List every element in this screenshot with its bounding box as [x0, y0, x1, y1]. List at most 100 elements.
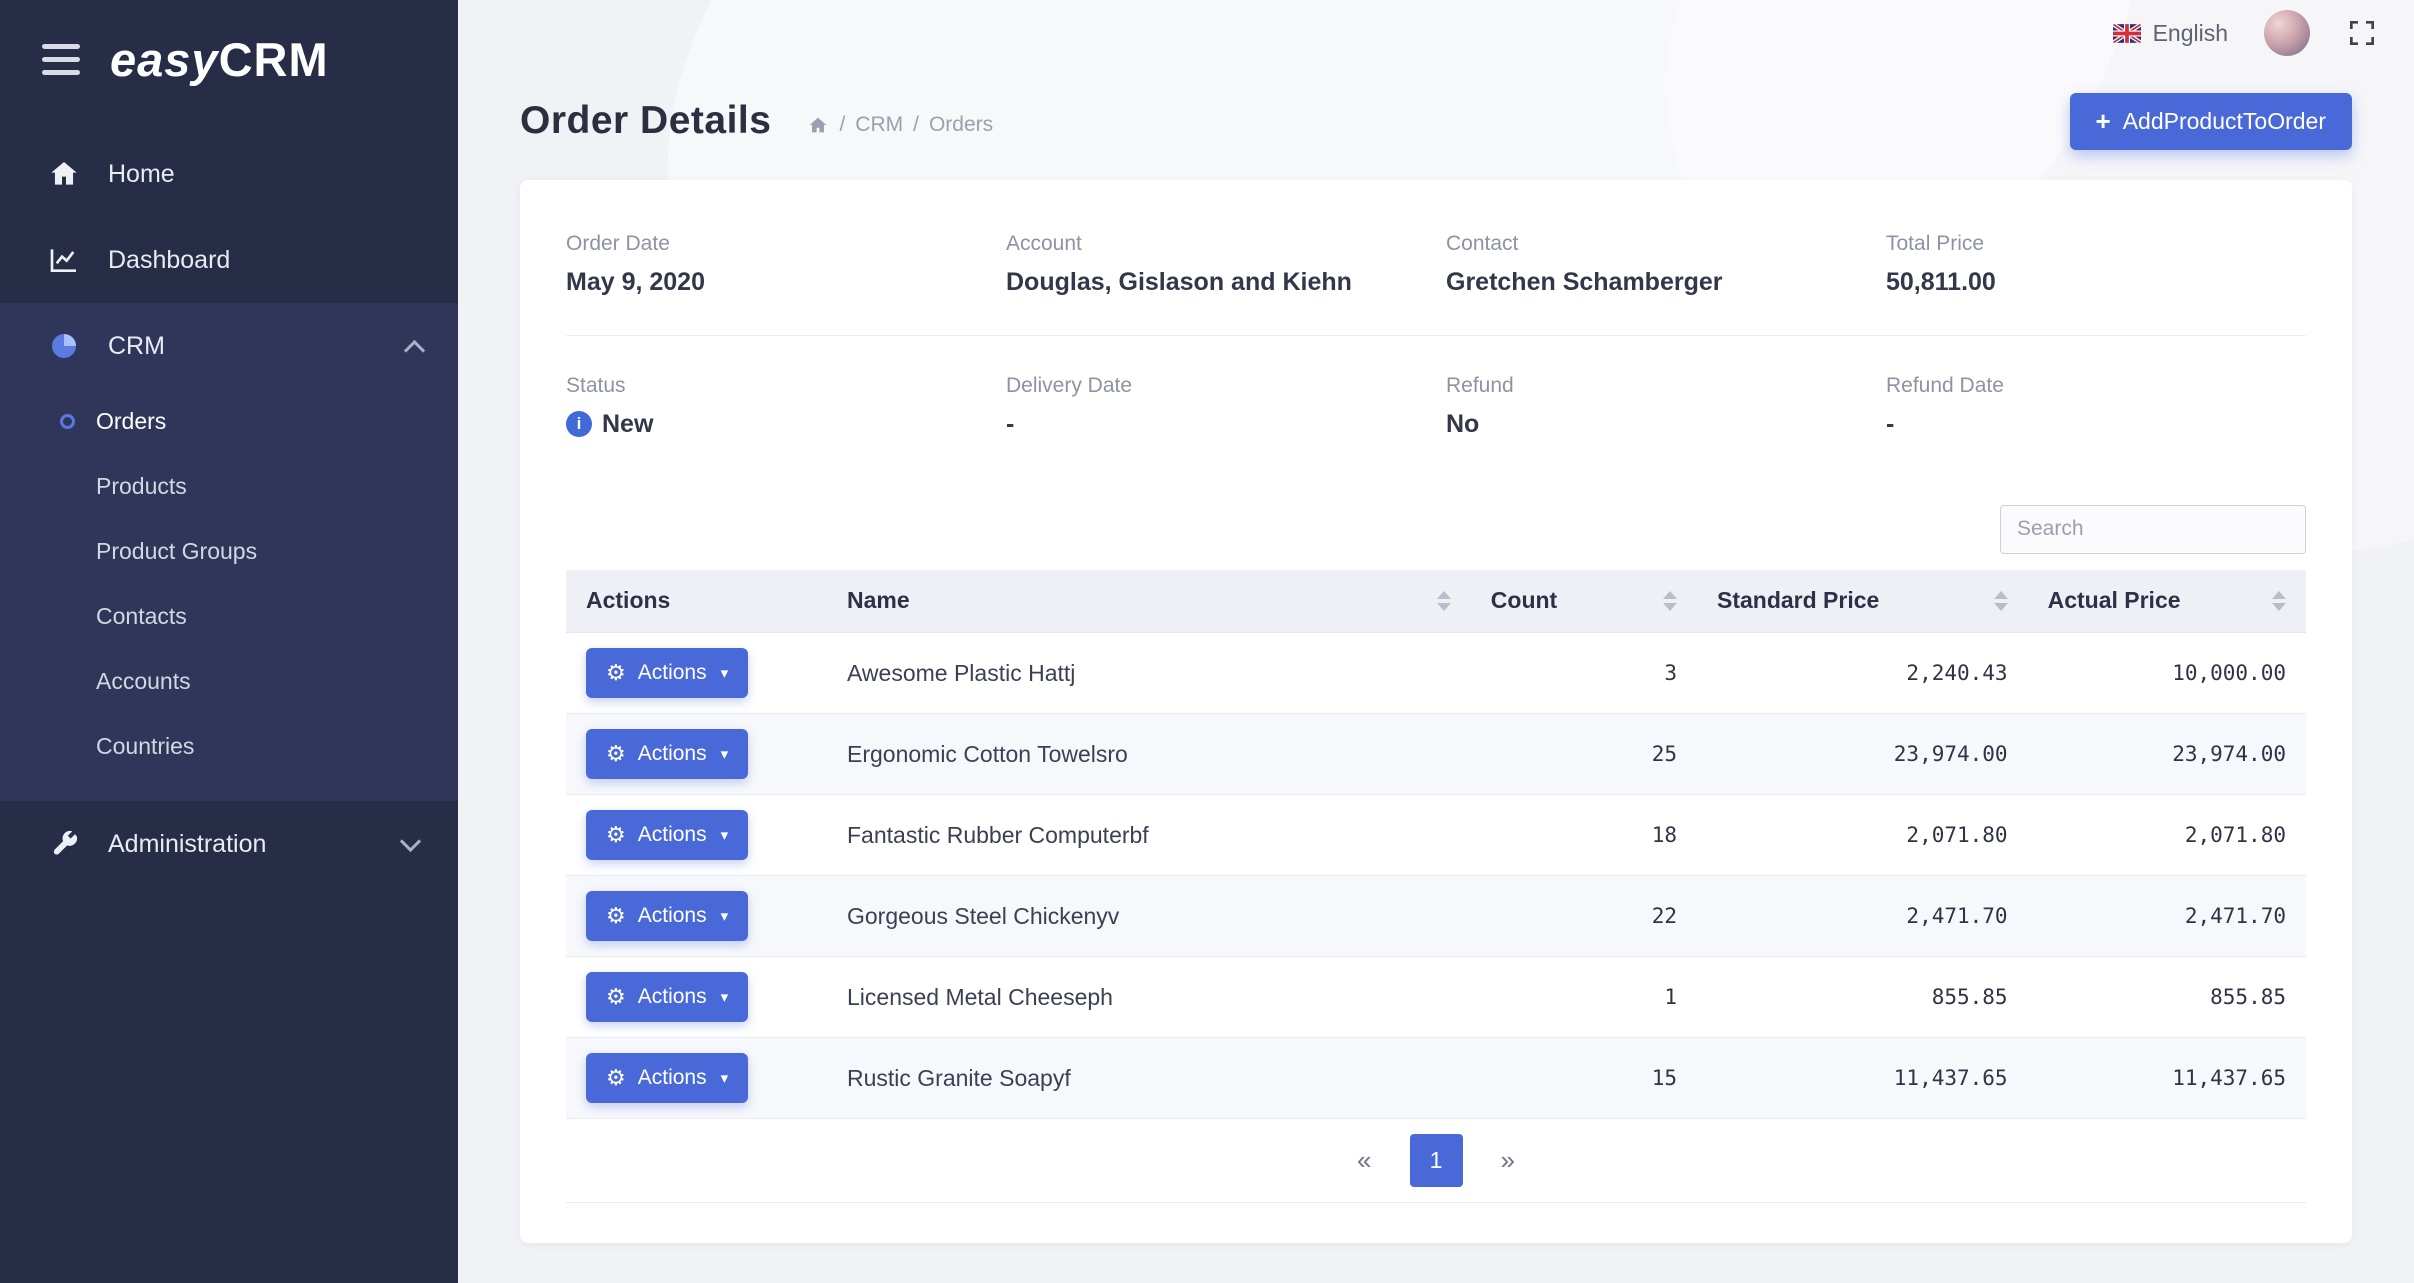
- field-value: i New: [566, 410, 986, 439]
- sidebar-item-countries[interactable]: Countries: [0, 714, 458, 779]
- cell-actual-price: 23,974.00: [2028, 714, 2306, 795]
- sort-icon: [1980, 591, 2008, 611]
- cell-count: 22: [1471, 876, 1697, 957]
- row-actions-button[interactable]: ⚙Actions▾: [586, 972, 748, 1022]
- hamburger-menu-icon[interactable]: [42, 40, 80, 79]
- gear-icon: ⚙: [606, 905, 626, 927]
- row-actions-button[interactable]: ⚙ Actions ▾: [586, 891, 748, 941]
- row-actions-button[interactable]: ⚙Actions▾: [586, 648, 748, 698]
- column-header-standard-price[interactable]: Standard Price: [1697, 570, 2028, 633]
- breadcrumb-orders[interactable]: Orders: [929, 113, 993, 137]
- language-label: English: [2153, 20, 2228, 47]
- info-icon[interactable]: i: [566, 411, 592, 437]
- gear-icon: ⚙: [606, 986, 626, 1008]
- table-row: ⚙Actions▾ Licensed Metal Cheeseph 1 855.…: [566, 957, 2306, 1038]
- sort-icon: [2258, 591, 2286, 611]
- sidebar-item-accounts[interactable]: Accounts: [0, 649, 458, 714]
- caret-down-icon: ▾: [721, 909, 729, 924]
- table-row: ⚙Actions▾ Ergonomic Cotton Towelsro 25 2…: [566, 714, 2306, 795]
- caret-down-icon: ▾: [721, 990, 729, 1005]
- sidebar-item-products[interactable]: Products: [0, 454, 458, 519]
- search-input[interactable]: [2000, 505, 2306, 554]
- table-row: ⚙Actions▾ Rustic Granite Soapyf 15 11,43…: [566, 1038, 2306, 1119]
- sidebar-item-home[interactable]: Home: [0, 131, 458, 217]
- field-label: Account: [1006, 232, 1426, 256]
- status-value: New: [602, 410, 653, 439]
- sidebar-item-administration[interactable]: Administration: [0, 801, 458, 887]
- gear-icon: ⚙: [606, 1067, 626, 1089]
- row-actions-button[interactable]: ⚙Actions▾: [586, 810, 748, 860]
- cell-name: Fantastic Rubber Computerbf: [827, 795, 1471, 876]
- row-actions-button[interactable]: ⚙Actions▾: [586, 729, 748, 779]
- field-label: Refund: [1446, 374, 1866, 398]
- pagination-next[interactable]: »: [1493, 1145, 1523, 1176]
- table-header-row: Actions Name Count Standard Price: [566, 570, 2306, 633]
- sidebar-item-label: Dashboard: [108, 246, 230, 275]
- field-total-price: Total Price 50,811.00: [1886, 232, 2306, 297]
- sidebar: easyCRM Home Dashboard CRM Orders Produc…: [0, 0, 458, 1283]
- sidebar-group-crm: CRM Orders Products Product Groups Conta…: [0, 303, 458, 801]
- sidebar-item-contacts[interactable]: Contacts: [0, 584, 458, 649]
- actions-label: Actions: [638, 904, 707, 928]
- logo-easy: easy: [110, 33, 219, 86]
- table-row: ⚙Actions▾ Gorgeous Steel Chickenyv 22 2,…: [566, 876, 2306, 957]
- gear-icon: ⚙: [606, 662, 626, 684]
- page-header: Order Details / CRM / Orders + AddProduc…: [520, 93, 2352, 150]
- sidebar-item-dashboard[interactable]: Dashboard: [0, 217, 458, 303]
- field-value: Douglas, Gislason and Kiehn: [1006, 268, 1426, 297]
- avatar[interactable]: [2264, 10, 2310, 56]
- add-product-to-order-button[interactable]: + AddProductToOrder: [2070, 93, 2352, 150]
- sidebar-item-orders[interactable]: Orders: [0, 389, 458, 454]
- column-label: Standard Price: [1717, 587, 1879, 614]
- logo-row: easyCRM: [0, 0, 458, 117]
- sidebar-subitem-label: Contacts: [96, 603, 187, 630]
- language-selector[interactable]: English: [2113, 20, 2228, 47]
- field-account: Account Douglas, Gislason and Kiehn: [1006, 232, 1426, 297]
- actions-label: Actions: [638, 1066, 707, 1090]
- pagination-prev[interactable]: «: [1349, 1145, 1379, 1176]
- breadcrumb-crm[interactable]: CRM: [855, 113, 903, 137]
- active-dot-icon: [60, 414, 75, 429]
- order-products-table: Actions Name Count Standard Price: [566, 570, 2306, 1120]
- home-breadcrumb-icon[interactable]: [807, 114, 829, 136]
- sidebar-item-product-groups[interactable]: Product Groups: [0, 519, 458, 584]
- cell-name: Rustic Granite Soapyf: [827, 1038, 1471, 1119]
- column-label: Count: [1491, 587, 1557, 614]
- gear-icon: ⚙: [606, 743, 626, 765]
- caret-down-icon: ▾: [721, 747, 729, 762]
- field-label: Contact: [1446, 232, 1866, 256]
- cell-standard-price: 11,437.65: [1697, 1038, 2028, 1119]
- fullscreen-icon[interactable]: [2346, 17, 2378, 49]
- caret-down-icon: ▾: [721, 666, 729, 681]
- column-header-name[interactable]: Name: [827, 570, 1471, 633]
- table-row: ⚙Actions▾ Awesome Plastic Hattj 3 2,240.…: [566, 633, 2306, 714]
- order-details-card: Order Date May 9, 2020 Account Douglas, …: [520, 180, 2352, 1244]
- cell-standard-price: 23,974.00: [1697, 714, 2028, 795]
- page-title: Order Details: [520, 99, 771, 143]
- sidebar-subitem-label: Accounts: [96, 668, 191, 695]
- sidebar-subitem-label: Product Groups: [96, 538, 257, 565]
- sidebar-item-crm[interactable]: CRM: [0, 303, 458, 389]
- pagination: « 1 »: [566, 1119, 2306, 1203]
- add-button-label: AddProductToOrder: [2123, 108, 2326, 135]
- sidebar-item-label: CRM: [108, 332, 165, 361]
- row-actions-button[interactable]: ⚙Actions▾: [586, 1053, 748, 1103]
- topbar: English: [458, 0, 2414, 67]
- cell-count: 18: [1471, 795, 1697, 876]
- sidebar-item-label: Administration: [108, 830, 266, 859]
- cell-actual-price: 855.85: [2028, 957, 2306, 1038]
- crm-icon: [48, 330, 80, 362]
- caret-down-icon: ▾: [721, 828, 729, 843]
- column-header-count[interactable]: Count: [1471, 570, 1697, 633]
- wrench-icon: [48, 828, 80, 860]
- pagination-page-1[interactable]: 1: [1410, 1134, 1463, 1187]
- field-label: Delivery Date: [1006, 374, 1426, 398]
- order-info-row-2: Status i New Delivery Date - Refund No R…: [566, 374, 2306, 439]
- cell-actual-price: 11,437.65: [2028, 1038, 2306, 1119]
- cell-name: Ergonomic Cotton Towelsro: [827, 714, 1471, 795]
- uk-flag-icon: [2113, 24, 2141, 43]
- column-header-actual-price[interactable]: Actual Price: [2028, 570, 2306, 633]
- field-value: Gretchen Schamberger: [1446, 268, 1866, 297]
- sort-icon: [1649, 591, 1677, 611]
- app-logo[interactable]: easyCRM: [110, 32, 329, 87]
